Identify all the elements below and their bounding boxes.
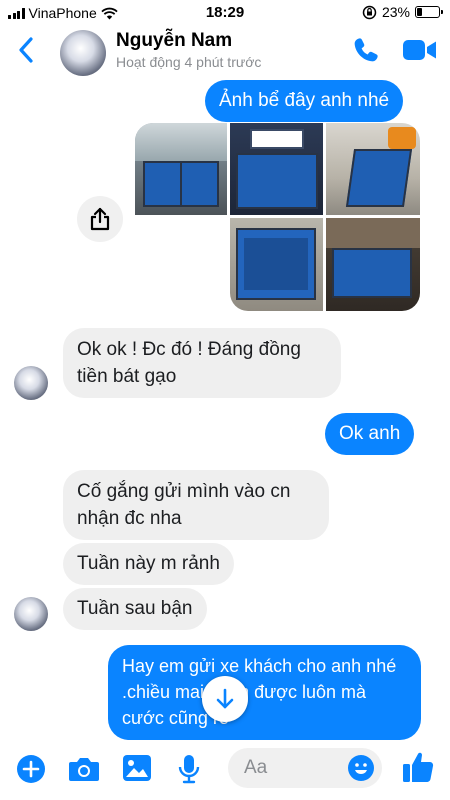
message-bubble-out[interactable]: Ảnh bể đây anh nhé	[205, 80, 404, 122]
conversation-header: Nguyễn Nam Hoạt động 4 phút trước	[0, 26, 450, 82]
contact-avatar[interactable]	[60, 30, 106, 76]
sender-avatar[interactable]	[14, 366, 48, 400]
battery-level	[417, 8, 422, 16]
contact-name[interactable]: Nguyễn Nam	[116, 30, 232, 52]
thumbs-up-icon[interactable]	[402, 750, 434, 784]
photo-1[interactable]	[135, 123, 227, 215]
video-camera-icon[interactable]	[402, 38, 438, 62]
photo-5[interactable]	[326, 218, 420, 311]
image-icon[interactable]	[122, 754, 152, 782]
message-input-placeholder: Aa	[244, 757, 268, 778]
plus-icon[interactable]	[16, 754, 46, 784]
message-input[interactable]: Aa	[228, 748, 382, 788]
photo-4[interactable]	[230, 218, 323, 311]
photo-2[interactable]	[230, 123, 323, 215]
camera-icon[interactable]	[68, 756, 100, 782]
emoji-icon[interactable]	[347, 754, 375, 782]
share-icon	[90, 207, 110, 231]
share-button[interactable]	[77, 196, 123, 242]
microphone-icon[interactable]	[178, 754, 200, 784]
contact-status: Hoạt động 4 phút trước	[116, 54, 262, 70]
battery-info: 23%	[362, 4, 443, 20]
message-bubble-in[interactable]: Tuần sau bận	[63, 588, 207, 630]
status-bar: VinaPhone 18:29 23%	[0, 0, 450, 26]
sender-avatar[interactable]	[14, 597, 48, 631]
message-bubble-out[interactable]: Ok anh	[325, 413, 415, 455]
message-bubble-in[interactable]: Cố gắng gửi mình vào cn nhận đc nha	[63, 470, 329, 540]
message-bubble-in[interactable]: Ok ok ! Đc đó ! Đáng đồng tiền bát gạo	[63, 328, 341, 398]
arrow-down-icon	[216, 688, 234, 709]
scroll-to-bottom-button[interactable]	[202, 676, 248, 722]
phone-icon[interactable]	[352, 36, 380, 64]
orientation-lock-icon	[362, 5, 377, 19]
message-bubble-in[interactable]: Tuần này m rảnh	[63, 543, 234, 585]
back-chevron-icon[interactable]	[18, 36, 34, 64]
battery-percent: 23%	[381, 4, 410, 20]
battery-icon	[415, 6, 443, 18]
message-bubble-out[interactable]: Hay em gửi xe khách cho anh nhé .chiều m…	[108, 645, 421, 740]
photo-3[interactable]	[326, 123, 420, 215]
message-composer: Aa	[0, 740, 450, 800]
